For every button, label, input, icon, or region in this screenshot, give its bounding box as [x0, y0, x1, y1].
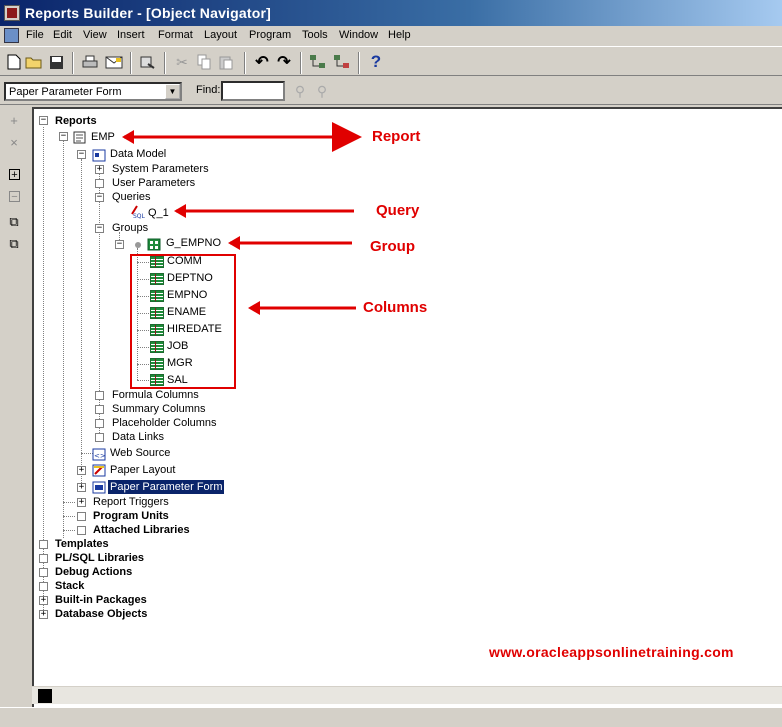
annotation-report-label: Report [372, 128, 421, 145]
horizontal-scrollbar[interactable] [32, 686, 782, 704]
annotation-group-label: Group [370, 238, 415, 255]
annotation-columns-label: Columns [363, 299, 428, 316]
status-bar [0, 707, 782, 727]
scrollbar-thumb[interactable] [38, 689, 52, 703]
annotation-query-label: Query [376, 202, 420, 219]
watermark-url: www.oracleappsonlinetraining.com [489, 644, 734, 660]
annotation-arrows [122, 122, 362, 315]
